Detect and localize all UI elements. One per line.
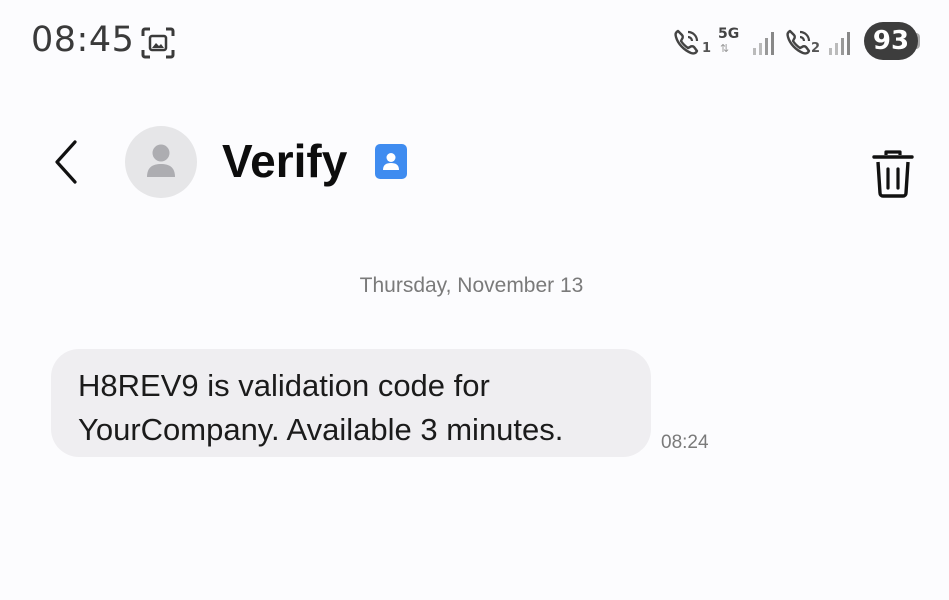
network-activity-icon: ⇅ <box>720 42 730 55</box>
contact-name[interactable]: Verify <box>222 134 347 188</box>
sim1-label: 1 <box>702 41 712 56</box>
message-text: H8REV9 is validation code for YourCompan… <box>78 368 564 447</box>
date-divider: Thursday, November 13 <box>359 274 584 297</box>
signal-sim1-icon <box>753 32 774 55</box>
status-bar: 08:45 1 5G ⇅ 2 93 <box>0 0 949 85</box>
message-bubble[interactable]: H8REV9 is validation code for YourCompan… <box>51 349 651 457</box>
contact-card-icon <box>375 144 407 179</box>
network-type-label: 5G <box>718 26 740 42</box>
message-timestamp: 08:24 <box>661 432 709 453</box>
sim2-label: 2 <box>811 41 821 56</box>
battery-indicator: 93 <box>864 22 918 60</box>
call-sim2-icon <box>786 29 811 55</box>
call-sim1-icon <box>674 29 699 55</box>
avatar-person-icon <box>147 144 175 177</box>
avatar[interactable] <box>125 126 197 198</box>
signal-sim2-icon <box>829 32 850 55</box>
status-time: 08:45 <box>31 20 135 60</box>
trash-icon[interactable] <box>868 148 918 200</box>
message-screen: 08:45 1 5G ⇅ 2 93 Verify Thursday, Novem… <box>0 0 949 600</box>
back-arrow-icon[interactable] <box>42 132 92 192</box>
screenshot-icon <box>141 27 175 59</box>
